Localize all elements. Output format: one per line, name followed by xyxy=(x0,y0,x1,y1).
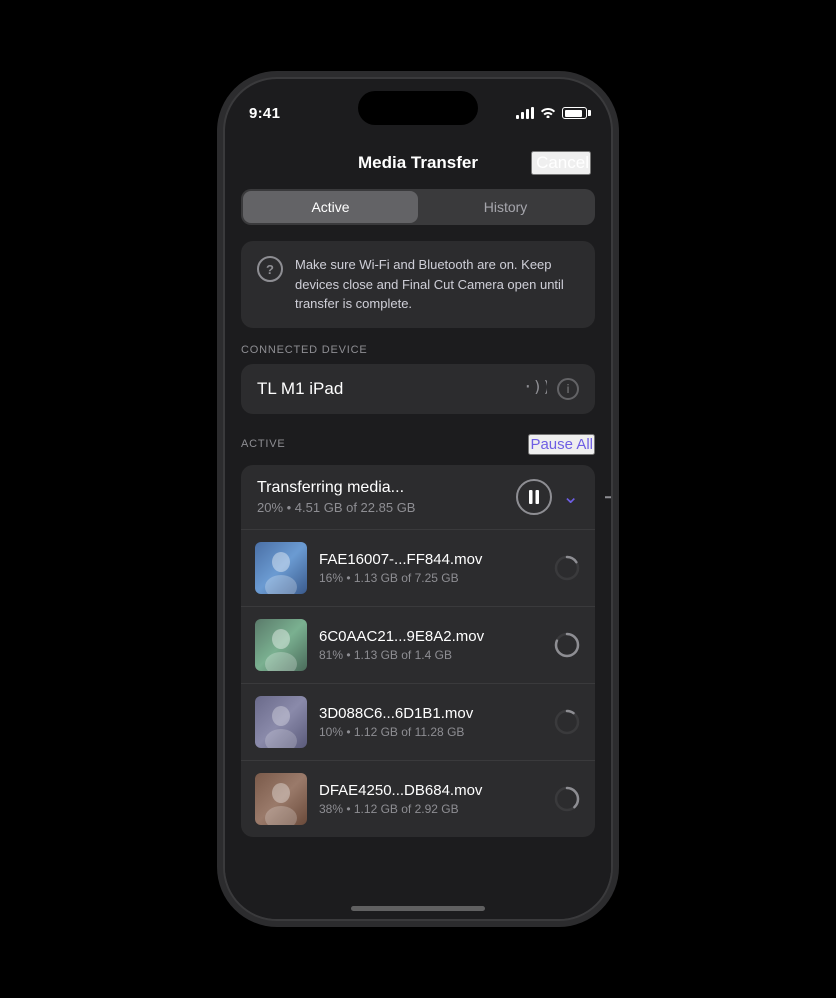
file-name: 6C0AAC21...9E8A2.mov xyxy=(319,628,541,645)
connected-device-label: CONNECTED DEVICE xyxy=(225,344,611,364)
file-thumbnail xyxy=(255,696,307,748)
segmented-control: Active History xyxy=(241,189,595,225)
streaming-icon: ·)) xyxy=(523,378,547,399)
list-item: DFAE4250...DB684.mov 38% • 1.12 GB of 2.… xyxy=(241,761,595,837)
pause-all-button[interactable]: Pause All xyxy=(528,434,595,455)
file-name: 3D088C6...6D1B1.mov xyxy=(319,705,541,722)
tab-active[interactable]: Active xyxy=(243,191,418,223)
device-icons: ·)) i xyxy=(523,378,579,400)
dynamic-island xyxy=(358,91,478,125)
progress-circle xyxy=(553,554,581,582)
file-size: 38% • 1.12 GB of 2.92 GB xyxy=(319,802,541,816)
file-size: 81% • 1.13 GB of 1.4 GB xyxy=(319,648,541,662)
transfer-info: Transferring media... 20% • 4.51 GB of 2… xyxy=(257,479,516,515)
info-card: ? Make sure Wi-Fi and Bluetooth are on. … xyxy=(241,241,595,328)
file-thumbnail xyxy=(255,619,307,671)
transfer-controls: ⌄ xyxy=(516,479,579,515)
thumbnail-image xyxy=(255,542,307,594)
help-icon: ? xyxy=(257,256,283,282)
file-list: FAE16007-...FF844.mov 16% • 1.13 GB of 7… xyxy=(241,530,595,837)
status-time: 9:41 xyxy=(249,105,280,122)
list-item: FAE16007-...FF844.mov 16% • 1.13 GB of 7… xyxy=(241,530,595,607)
active-section-label: ACTIVE xyxy=(241,438,286,450)
transfer-title: Transferring media... xyxy=(257,479,516,497)
wifi-icon xyxy=(540,106,556,121)
cancel-button[interactable]: Cancel xyxy=(531,151,591,175)
file-info: 6C0AAC21...9E8A2.mov 81% • 1.13 GB of 1.… xyxy=(319,628,541,662)
pause-icon xyxy=(528,490,540,504)
file-thumbnail xyxy=(255,542,307,594)
transfer-group: Transferring media... 20% • 4.51 GB of 2… xyxy=(241,465,595,530)
chevron-down-button[interactable]: ⌄ xyxy=(562,484,579,509)
file-name: DFAE4250...DB684.mov xyxy=(319,782,541,799)
progress-circle xyxy=(553,631,581,659)
header: Media Transfer Cancel xyxy=(225,133,611,189)
device-info-button[interactable]: i xyxy=(557,378,579,400)
pause-button[interactable] xyxy=(516,479,552,515)
main-content: Media Transfer Cancel Active History ? M… xyxy=(225,133,611,919)
file-info: FAE16007-...FF844.mov 16% • 1.13 GB of 7… xyxy=(319,551,541,585)
list-item: 6C0AAC21...9E8A2.mov 81% • 1.13 GB of 1.… xyxy=(241,607,595,684)
file-size: 16% • 1.13 GB of 7.25 GB xyxy=(319,571,541,585)
device-name: TL M1 iPad xyxy=(257,379,343,399)
phone-frame: 9:41 Media Transfer Cancel xyxy=(223,77,613,921)
file-info: DFAE4250...DB684.mov 38% • 1.12 GB of 2.… xyxy=(319,782,541,816)
list-item: 3D088C6...6D1B1.mov 10% • 1.12 GB of 11.… xyxy=(241,684,595,761)
progress-circle xyxy=(553,785,581,813)
battery-icon xyxy=(562,107,587,119)
thumbnail-image xyxy=(255,773,307,825)
signal-bars-icon xyxy=(516,107,534,119)
home-indicator xyxy=(351,906,485,911)
file-size: 10% • 1.12 GB of 11.28 GB xyxy=(319,725,541,739)
info-text: Make sure Wi-Fi and Bluetooth are on. Ke… xyxy=(295,255,579,314)
tab-history[interactable]: History xyxy=(418,191,593,223)
page-title: Media Transfer xyxy=(305,153,531,173)
thumbnail-image xyxy=(255,619,307,671)
status-icons xyxy=(516,106,587,121)
active-header: ACTIVE Pause All xyxy=(225,434,611,465)
transfer-subtitle: 20% • 4.51 GB of 22.85 GB xyxy=(257,500,516,515)
thumbnail-image xyxy=(255,696,307,748)
file-info: 3D088C6...6D1B1.mov 10% • 1.12 GB of 11.… xyxy=(319,705,541,739)
device-card: TL M1 iPad ·)) i xyxy=(241,364,595,414)
progress-circle xyxy=(553,708,581,736)
transfer-main-card: Transferring media... 20% • 4.51 GB of 2… xyxy=(241,465,595,530)
file-thumbnail xyxy=(255,773,307,825)
file-name: FAE16007-...FF844.mov xyxy=(319,551,541,568)
annotation-line xyxy=(605,496,611,498)
svg-text:·)): ·)) xyxy=(523,378,547,394)
